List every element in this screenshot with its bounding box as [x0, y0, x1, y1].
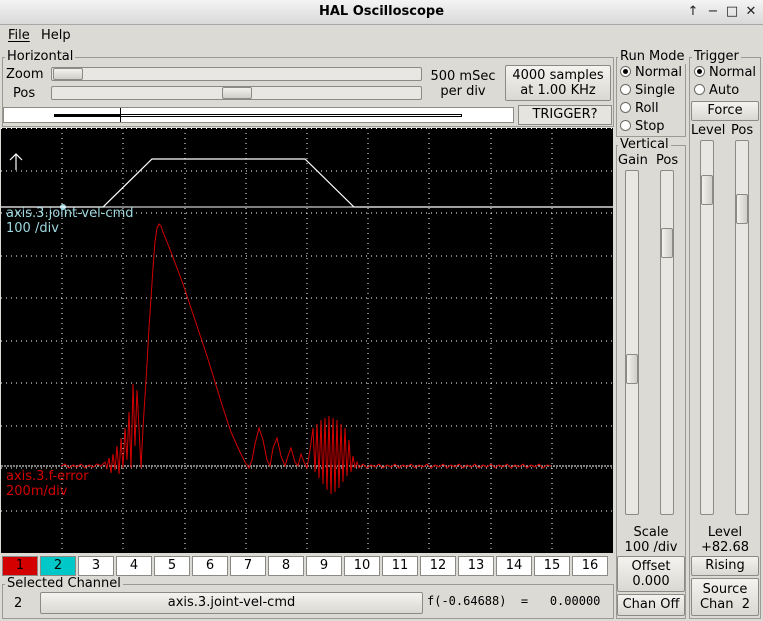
trigger-status: TRIGGER?: [518, 105, 612, 125]
trace2-scale: 200m/div: [6, 484, 68, 499]
cursor-readout: f(-0.64688) = 0.00000: [427, 594, 601, 608]
scale-label: Scale: [633, 525, 669, 540]
channel-button-9[interactable]: 9: [306, 556, 342, 576]
zoom-slider[interactable]: [51, 67, 422, 81]
samples-line1: 4000 samples: [512, 68, 604, 83]
radio-selected-icon[interactable]: [694, 66, 705, 77]
trigger-pos-col: Pos: [731, 123, 754, 138]
offset-line2: 0.000: [632, 574, 670, 589]
source-button[interactable]: Source Chan 2: [691, 578, 759, 616]
channel-button-8[interactable]: 8: [268, 556, 304, 576]
edge-button[interactable]: Rising: [691, 556, 759, 576]
record-trigger-marker: [120, 108, 121, 122]
rate-line1: 500 mSec: [430, 69, 496, 84]
radio-icon[interactable]: [620, 102, 631, 113]
scale-value: 100 /div: [624, 540, 678, 555]
record-position-bar[interactable]: [3, 107, 514, 123]
trace-f-error: [60, 223, 552, 495]
trigger-normal[interactable]: Normal: [694, 65, 756, 80]
close-icon[interactable]: ✕: [744, 4, 758, 20]
channel-button-4[interactable]: 4: [116, 556, 152, 576]
channel-button-2[interactable]: 2: [40, 556, 76, 576]
channel-button-6[interactable]: 6: [192, 556, 228, 576]
trigger-level-col: Level: [691, 123, 726, 138]
channel-button-13[interactable]: 13: [458, 556, 494, 576]
force-button[interactable]: Force: [691, 101, 759, 121]
zoom-label: Zoom: [6, 67, 44, 82]
channel-button-15[interactable]: 15: [534, 556, 570, 576]
run-mode-stop[interactable]: Stop: [620, 119, 665, 134]
trigger-arrow-icon: [9, 153, 23, 170]
trace1-name: axis.3.joint-vel-cmd: [6, 206, 134, 221]
vertical-pos-slider[interactable]: [660, 170, 674, 515]
scope-plot: [1, 128, 613, 553]
window-title: HAL Oscilloscope: [318, 4, 445, 19]
record-display-window: [54, 114, 120, 117]
vertical-pos-col: Pos: [656, 153, 679, 168]
selected-channel-name-button[interactable]: axis.3.joint-vel-cmd: [40, 592, 423, 614]
minimize-icon[interactable]: −: [706, 4, 720, 20]
horizontal-pos-slider[interactable]: [51, 86, 422, 100]
samples-line2: at 1.00 KHz: [520, 83, 596, 98]
channel-button-12[interactable]: 12: [420, 556, 456, 576]
source-line2: Chan 2: [699, 597, 751, 612]
vertical-frame-label: Vertical: [618, 137, 671, 152]
trigger-level-label: Level: [707, 525, 743, 540]
channel-button-11[interactable]: 11: [382, 556, 418, 576]
vertical-gain-slider[interactable]: [625, 170, 639, 515]
shade-icon[interactable]: ↑: [686, 4, 700, 20]
trigger-level-thumb[interactable]: [701, 175, 713, 205]
menu-help[interactable]: Help: [41, 28, 71, 43]
pos-label: Pos: [13, 86, 36, 101]
channel-button-16[interactable]: 16: [572, 556, 608, 576]
run-mode-label: Run Mode: [618, 49, 687, 64]
samples-button[interactable]: 4000 samples at 1.00 KHz: [505, 65, 611, 101]
run-mode-single[interactable]: Single: [620, 83, 675, 98]
channel-button-5[interactable]: 5: [154, 556, 190, 576]
channel-button-3[interactable]: 3: [78, 556, 114, 576]
trace2-name: axis.3.f-error: [6, 469, 89, 484]
radio-icon[interactable]: [694, 84, 705, 95]
vertical-gain-thumb[interactable]: [626, 354, 638, 384]
chan-off-button[interactable]: Chan Off: [617, 594, 685, 616]
vertical-pos-thumb[interactable]: [661, 228, 673, 258]
vertical-gain-col: Gain: [618, 153, 648, 168]
source-line1: Source: [702, 582, 748, 597]
zoom-slider-thumb[interactable]: [53, 68, 83, 80]
menu-file[interactable]: File: [8, 28, 30, 43]
run-mode-roll[interactable]: Roll: [620, 101, 659, 116]
grid: [1, 128, 613, 553]
horizontal-pos-thumb[interactable]: [222, 87, 252, 99]
trigger-pos-thumb[interactable]: [736, 194, 748, 224]
run-mode-normal[interactable]: Normal: [620, 65, 682, 80]
horizontal-frame-label: Horizontal: [5, 49, 76, 64]
rate-line2: per div: [440, 84, 486, 99]
offset-button[interactable]: Offset 0.000: [617, 556, 685, 592]
title-bar: HAL Oscilloscope ↑ − □ ✕: [0, 0, 763, 25]
channel-button-10[interactable]: 10: [344, 556, 380, 576]
trigger-level-slider[interactable]: [700, 140, 714, 515]
trigger-level-value: +82.68: [700, 540, 750, 555]
trigger-auto[interactable]: Auto: [694, 83, 739, 98]
radio-icon[interactable]: [620, 84, 631, 95]
trigger-frame-label: Trigger: [692, 49, 741, 64]
trace1-scale: 100 /div: [6, 221, 59, 236]
menu-bar: File Help: [0, 25, 763, 47]
selected-channel-number: 2: [14, 596, 23, 611]
radio-icon[interactable]: [620, 120, 631, 131]
selected-channel-label: Selected Channel: [5, 576, 123, 591]
channel-button-1[interactable]: 1: [2, 556, 38, 576]
scope-display[interactable]: axis.3.joint-vel-cmd 100 /div axis.3.f-e…: [1, 128, 613, 553]
trigger-pos-slider[interactable]: [735, 140, 749, 515]
channel-button-7[interactable]: 7: [230, 556, 266, 576]
offset-line1: Offset: [631, 559, 671, 574]
channel-button-14[interactable]: 14: [496, 556, 532, 576]
radio-selected-icon[interactable]: [620, 66, 631, 77]
maximize-icon[interactable]: □: [725, 4, 739, 20]
